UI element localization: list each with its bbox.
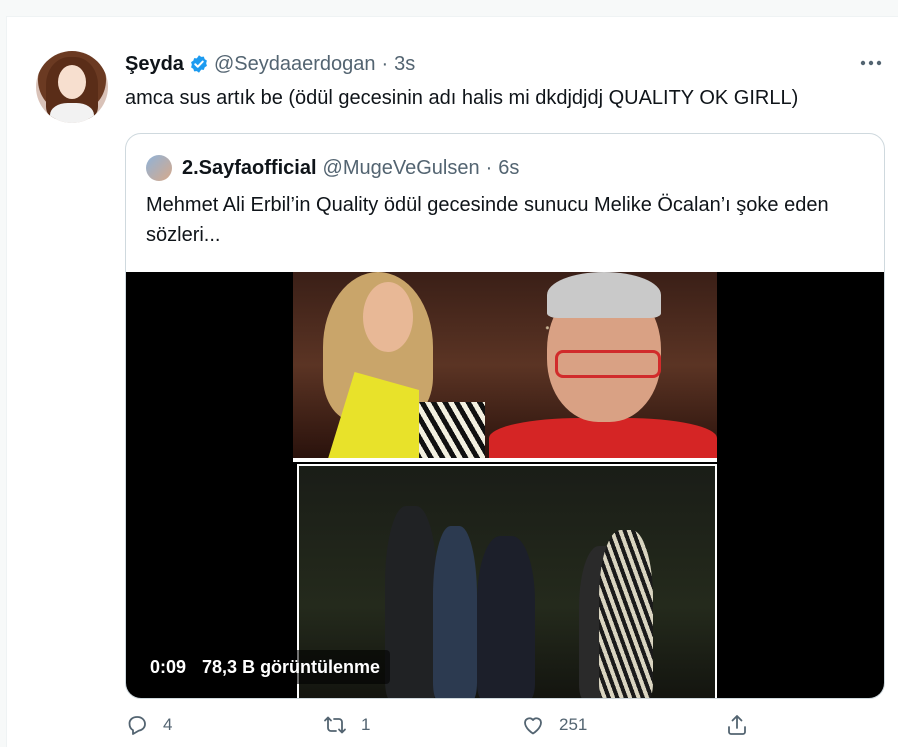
stage-person: [385, 506, 437, 698]
heart-icon: [524, 717, 542, 735]
stage-person: [477, 536, 535, 698]
retweet-icon: [324, 716, 346, 734]
patterned-dress: [419, 402, 485, 458]
quoted-time[interactable]: 6s: [498, 157, 519, 180]
man-hair: [547, 272, 661, 318]
woman-face: [363, 282, 413, 352]
tweet-header: Şeyda @Seydaaerdogan · 3s: [125, 49, 415, 79]
quoted-separator-dot: ·: [485, 156, 493, 179]
quoted-text: Mehmet Ali Erbil’in Quality ödül gecesin…: [146, 194, 829, 246]
retweet-button[interactable]: 1: [323, 713, 521, 737]
verified-badge-icon: [191, 55, 207, 73]
reply-button[interactable]: 4: [125, 713, 323, 737]
more-dots: [860, 60, 882, 66]
author-handle[interactable]: @Seydaaerdogan: [214, 53, 376, 76]
video-info-overlay: 0:09 78,3 B görüntülenme: [140, 650, 391, 684]
separator-dot: ·: [381, 52, 389, 75]
retweet-count: 1: [361, 715, 371, 734]
stage-person: [599, 530, 653, 698]
quoted-avatar[interactable]: [146, 155, 172, 181]
video-views: 78,3 B görüntülenme: [202, 656, 381, 677]
share-button[interactable]: [725, 713, 763, 737]
video-duration: 0:09: [150, 656, 187, 677]
more-icon[interactable]: [859, 51, 883, 75]
avatar-face: [58, 65, 86, 99]
stage-person: [433, 526, 477, 698]
quoted-author-name[interactable]: 2.Sayfaofficial: [182, 157, 317, 180]
action-bar: 4 1 251: [125, 707, 775, 743]
man-glasses: [555, 350, 661, 378]
share-icon: [728, 715, 746, 735]
tweet-time[interactable]: 3s: [394, 53, 415, 76]
reply-count: 4: [163, 715, 173, 734]
like-count: 251: [559, 715, 588, 734]
reply-icon: [128, 716, 146, 735]
quoted-author-handle[interactable]: @MugeVeGulsen: [323, 157, 480, 180]
like-button[interactable]: 251: [521, 713, 719, 737]
tweet-text: amca sus artık be (ödül gecesinin adı ha…: [125, 87, 799, 109]
quoted-header: 2.Sayfaofficial @MugeVeGulsen · 6s: [146, 154, 519, 182]
man-red-shirt: [489, 418, 717, 458]
frame-divider: [293, 458, 717, 462]
author-name[interactable]: Şeyda: [125, 53, 184, 76]
avatar-shirt: [50, 103, 94, 123]
quoted-tweet[interactable]: 2.Sayfaofficial @MugeVeGulsen · 6s Mehme…: [125, 133, 885, 699]
avatar[interactable]: [36, 51, 108, 123]
tweet-card[interactable]: Şeyda @Seydaaerdogan · 3s amca sus artık…: [6, 16, 898, 747]
video-player[interactable]: 0:09 78,3 B görüntülenme: [126, 272, 884, 698]
video-frame-top: [293, 272, 717, 458]
